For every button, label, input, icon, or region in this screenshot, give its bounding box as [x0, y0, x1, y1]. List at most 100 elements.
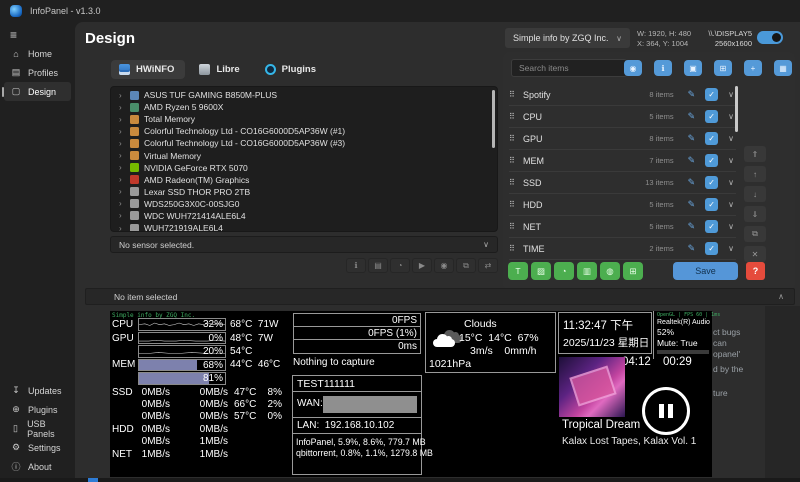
info-button[interactable]: ℹ [654, 60, 672, 76]
item-group-row[interactable]: ⠿ Spotify 8 items ✎ ✓ ∨ [509, 84, 736, 106]
selection-status-bar[interactable]: No item selected ∧ [85, 288, 795, 305]
sensor-tree-item[interactable]: › Total Memory [111, 113, 497, 125]
group-checkbox[interactable]: ✓ [705, 198, 718, 211]
add-panel-button[interactable]: ⊞ [714, 60, 732, 76]
help-button[interactable]: ? [746, 262, 765, 280]
collapse-chevron-icon[interactable]: ∧ [778, 292, 784, 301]
item-group-row[interactable]: ⠿ SSD 13 items ✎ ✓ ∨ [509, 172, 736, 194]
group-checkbox[interactable]: ✓ [705, 132, 718, 145]
drag-handle-icon[interactable]: ⠿ [509, 156, 523, 165]
edit-icon[interactable]: ✎ [688, 199, 696, 210]
chevron-down-icon[interactable]: ∨ [728, 112, 734, 121]
move-top-button[interactable]: ⇑ [744, 146, 766, 162]
item-group-row[interactable]: ⠿ CPU 5 items ✎ ✓ ∨ [509, 106, 736, 128]
chevron-down-icon[interactable]: ∨ [728, 90, 734, 99]
sensor-tree-item[interactable]: › Lexar SSD THOR PRO 2TB [111, 186, 497, 198]
edit-icon[interactable]: ✎ [688, 221, 696, 232]
add-bar-button[interactable]: ▥ [577, 262, 597, 280]
item-group-row[interactable]: ⠿ MEM 7 items ✎ ✓ ∨ [509, 150, 736, 172]
item-group-row[interactable]: ⠿ GPU 8 items ✎ ✓ ∨ [509, 128, 736, 150]
edit-icon[interactable]: ✎ [688, 89, 696, 100]
info-button[interactable]: ℹ [346, 258, 366, 273]
group-checkbox[interactable]: ✓ [705, 154, 718, 167]
drag-handle-icon[interactable]: ⠿ [509, 134, 523, 143]
move-button[interactable]: + [744, 60, 762, 76]
expand-chevron-icon[interactable]: › [119, 211, 125, 220]
item-group-row[interactable]: ⠿ NET 5 items ✎ ✓ ∨ [509, 216, 736, 238]
chevron-down-icon[interactable]: ∨ [728, 134, 734, 143]
edit-icon[interactable]: ✎ [688, 133, 696, 144]
edit-icon[interactable]: ✎ [688, 111, 696, 122]
chart-button[interactable]: ▤ [368, 258, 388, 273]
tab-libre[interactable]: Libre [191, 60, 250, 79]
expand-chevron-icon[interactable]: › [119, 224, 125, 232]
expand-chevron-icon[interactable]: › [119, 187, 125, 196]
sensor-tree-item[interactable]: › ASUS TUF GAMING B850M-PLUS [111, 89, 497, 101]
add-text-button[interactable]: T [508, 262, 528, 280]
delete-button[interactable]: ✕ [744, 246, 766, 262]
sensor-tree-item[interactable]: › Colorful Technology Ltd - CO16G6000D5A… [111, 137, 497, 149]
item-group-row[interactable]: ⠿ HDD 5 items ✎ ✓ ∨ [509, 194, 736, 216]
chevron-down-icon[interactable]: ∨ [728, 156, 734, 165]
drag-handle-icon[interactable]: ⠿ [509, 178, 523, 187]
menu-toggle-button[interactable]: ≡ [10, 28, 17, 42]
tab-hwinfo[interactable]: HWiNFO [111, 60, 185, 79]
item-group-row[interactable]: ⠿ TIME 2 items ✎ ✓ ∨ [509, 238, 736, 260]
group-checkbox[interactable]: ✓ [705, 176, 718, 189]
target-button[interactable]: ◉ [434, 258, 454, 273]
move-down-button[interactable]: ↓ [744, 186, 766, 202]
sidebar-item-home[interactable]: ⌂ Home [4, 44, 71, 63]
chevron-down-icon[interactable]: ∨ [728, 200, 734, 209]
drag-handle-icon[interactable]: ⠿ [509, 200, 523, 209]
sensor-tree-item[interactable]: › Colorful Technology Ltd - CO16G6000D5A… [111, 125, 497, 137]
expand-chevron-icon[interactable]: › [119, 115, 125, 124]
sensor-tree-item[interactable]: › AMD Ryzen 5 9600X [111, 101, 497, 113]
drag-handle-icon[interactable]: ⠿ [509, 112, 523, 121]
sensor-tree-item[interactable]: › WDS250G3X0C-00SJG0 [111, 198, 497, 210]
group-checkbox[interactable]: ✓ [705, 242, 718, 255]
sidebar-item-about[interactable]: ⓘ About [4, 457, 71, 476]
sensor-tree-item[interactable]: › WUH721919ALE6L4 [111, 222, 497, 232]
sidebar-item-usb-panels[interactable]: ▯ USB Panels [4, 419, 71, 438]
expand-chevron-icon[interactable]: › [119, 139, 125, 148]
group-checkbox[interactable]: ✓ [705, 88, 718, 101]
sensor-select-dropdown[interactable]: No sensor selected. ∨ [110, 236, 498, 253]
expand-chevron-icon[interactable]: › [119, 151, 125, 160]
move-up-button[interactable]: ↑ [744, 166, 766, 182]
sidebar-item-design[interactable]: ▢ Design [4, 82, 71, 101]
clock-button[interactable]: ◔ [390, 258, 410, 273]
display-button[interactable]: ◉ [624, 60, 642, 76]
group-checkbox[interactable]: ✓ [705, 110, 718, 123]
profile-select-dropdown[interactable]: Simple info by ZGQ Inc. ∨ [505, 28, 630, 48]
grid-button[interactable]: ▦ [774, 60, 792, 76]
expand-chevron-icon[interactable]: › [119, 199, 125, 208]
expand-chevron-icon[interactable]: › [119, 91, 125, 100]
expand-chevron-icon[interactable]: › [119, 163, 125, 172]
drag-handle-icon[interactable]: ⠿ [509, 90, 523, 99]
add-table-button[interactable]: ⊞ [623, 262, 643, 280]
add-clock-button[interactable]: ◔ [554, 262, 574, 280]
save-button[interactable]: Save [673, 262, 738, 280]
search-input[interactable] [511, 59, 627, 77]
sidebar-item-settings[interactable]: ⚙ Settings [4, 438, 71, 457]
sidebar-item-plugins[interactable]: ⊕ Plugins [4, 400, 71, 419]
group-checkbox[interactable]: ✓ [705, 220, 718, 233]
move-bottom-button[interactable]: ⇓ [744, 206, 766, 222]
copy-button[interactable]: ⧉ [456, 258, 476, 273]
edit-icon[interactable]: ✎ [688, 177, 696, 188]
group-list-scrollbar[interactable] [735, 86, 738, 132]
sensor-tree-item[interactable]: › NVIDIA GeForce RTX 5070 [111, 162, 497, 174]
sidebar-item-profiles[interactable]: ▤ Profiles [4, 63, 71, 82]
tab-plugins[interactable]: Plugins [257, 60, 327, 79]
expand-chevron-icon[interactable]: › [119, 103, 125, 112]
tree-scrollbar[interactable] [492, 90, 495, 148]
image-button[interactable]: ▣ [684, 60, 702, 76]
sidebar-item-updates[interactable]: ↧ Updates [4, 381, 71, 400]
sensor-tree-item[interactable]: › WDC WUH721414ALE6L4 [111, 210, 497, 222]
swap-button[interactable]: ⇄ [478, 258, 498, 273]
display-toggle[interactable] [757, 31, 783, 44]
play-button[interactable]: ▶ [412, 258, 432, 273]
edit-icon[interactable]: ✎ [688, 243, 696, 254]
add-gauge-button[interactable]: ◍ [600, 262, 620, 280]
edit-icon[interactable]: ✎ [688, 155, 696, 166]
